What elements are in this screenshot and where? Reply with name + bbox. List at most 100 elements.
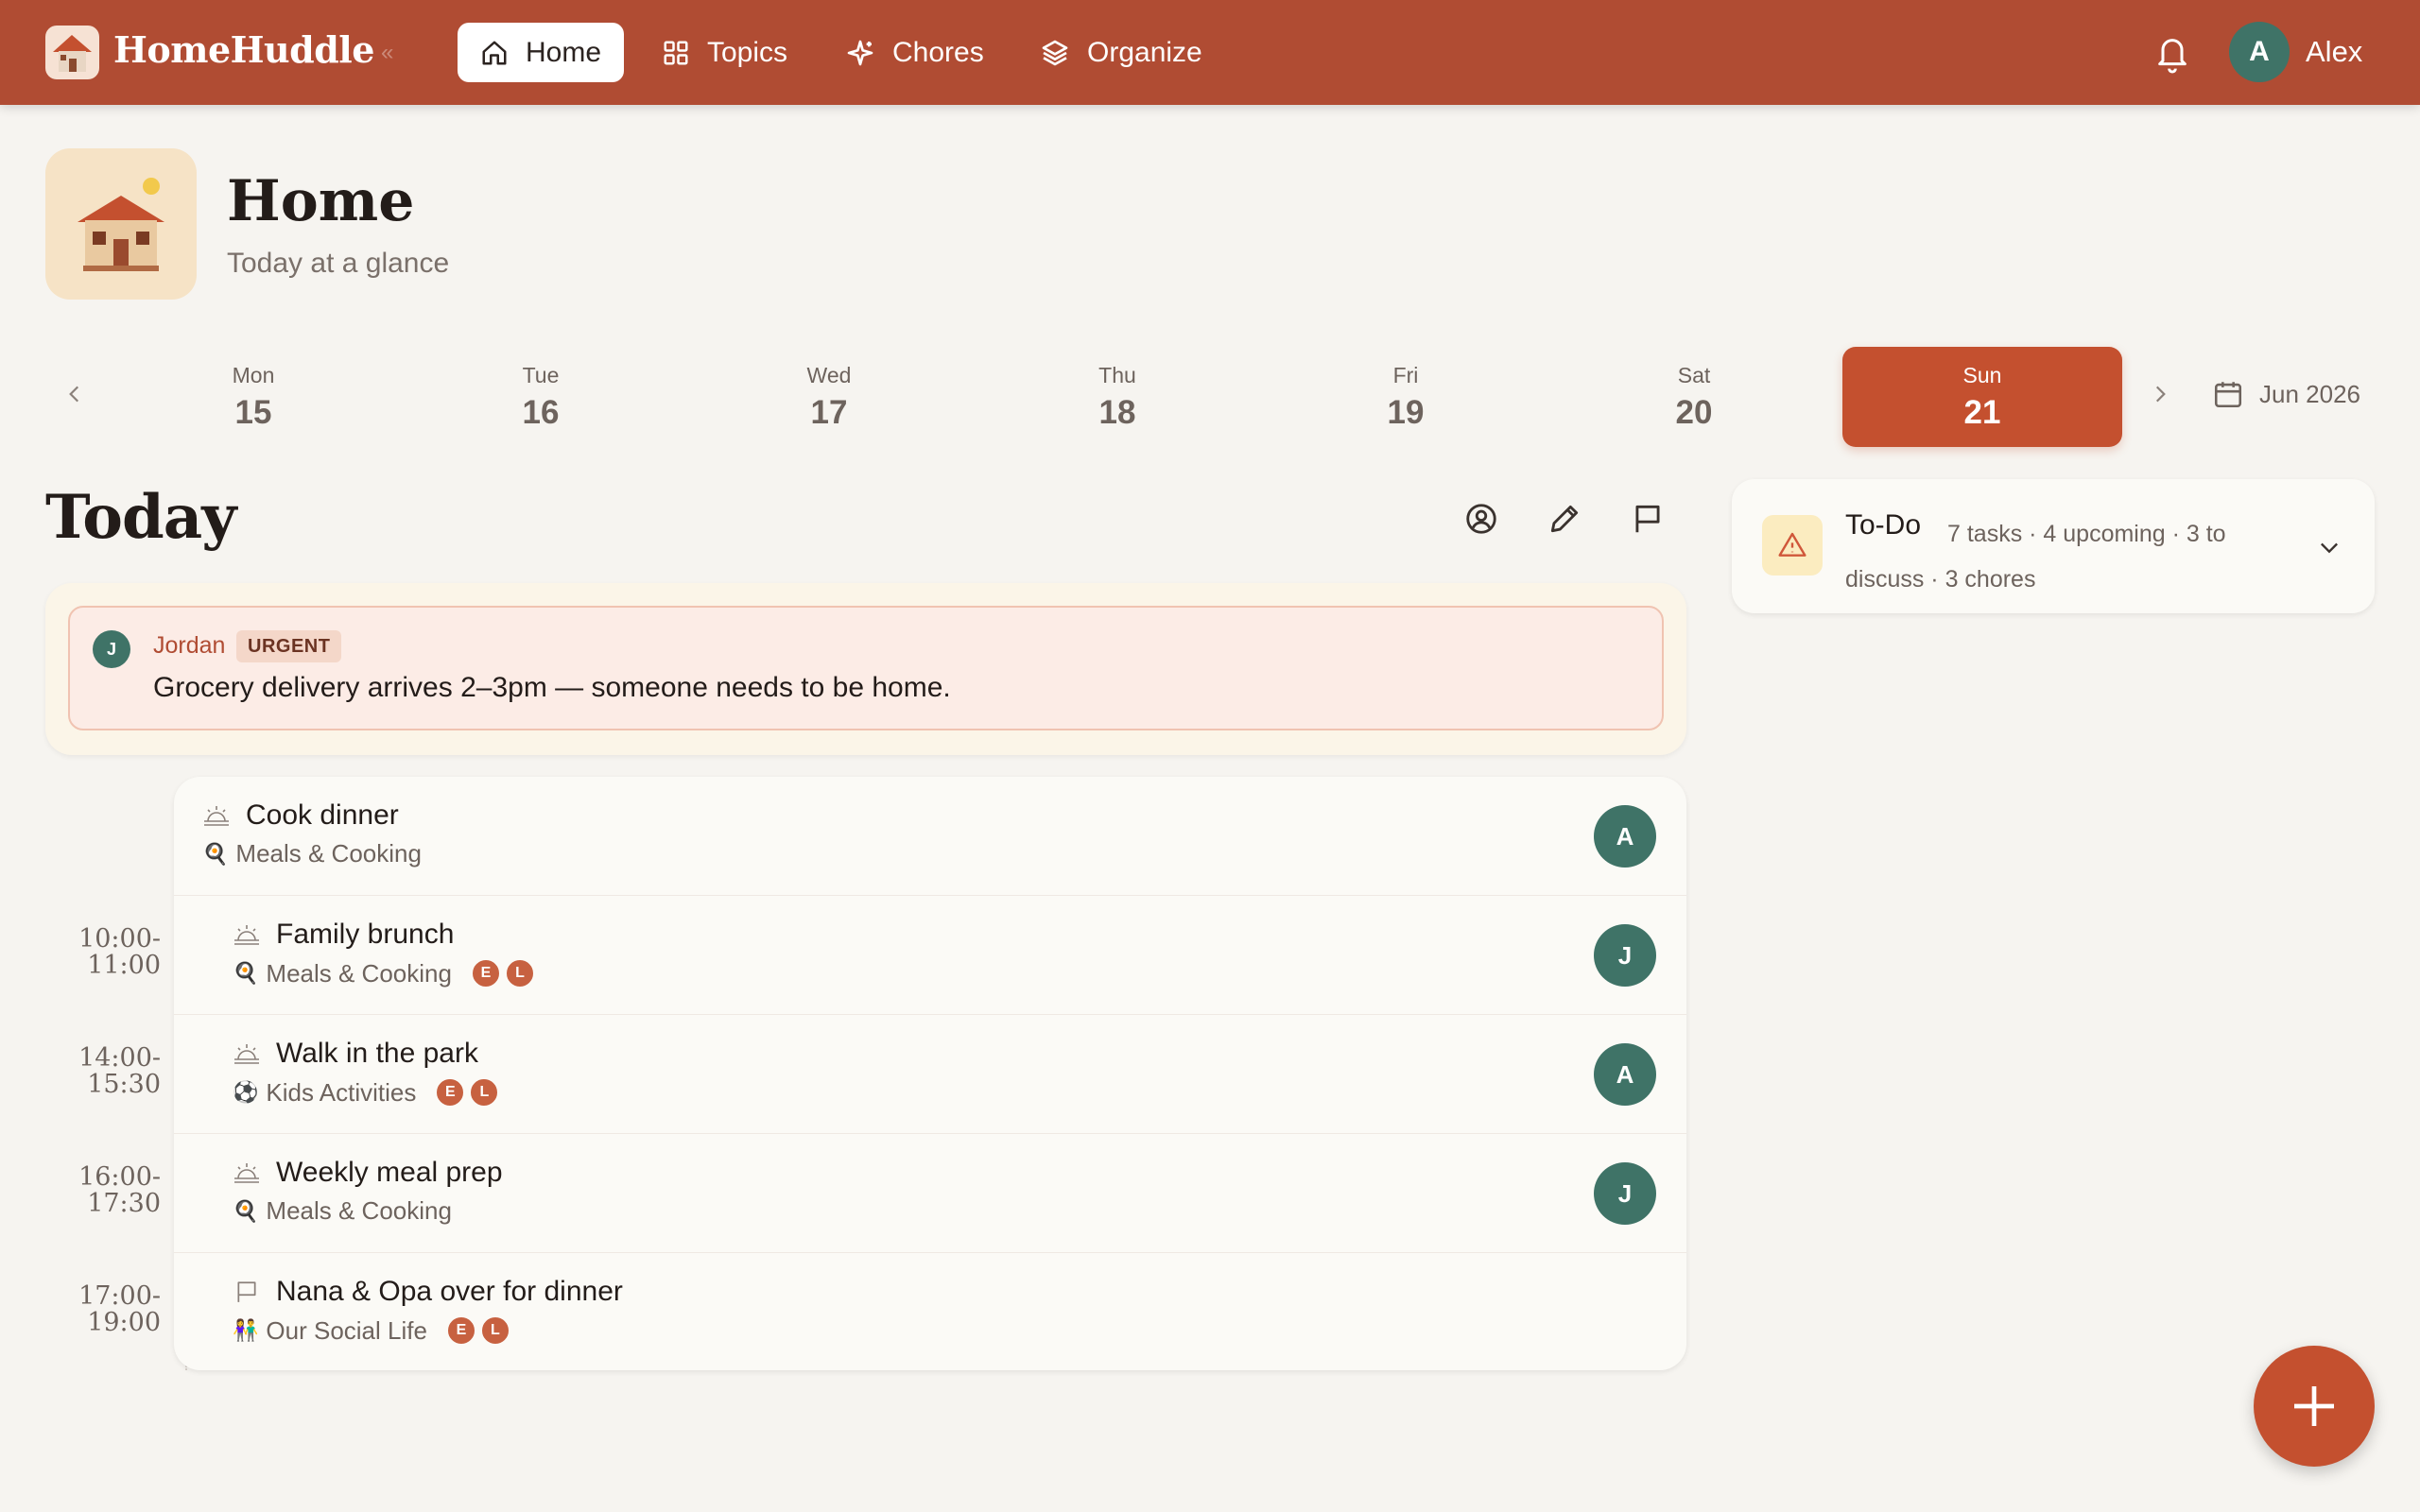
day-number: 21	[1963, 393, 2001, 431]
assignee-avatar[interactable]: A	[1594, 1043, 1656, 1106]
event-row[interactable]: Cook dinner 🍳 Meals & Cooking A	[174, 777, 1686, 896]
nav-home[interactable]: Home	[458, 23, 625, 82]
sparkle-icon	[847, 40, 873, 65]
day-number: 18	[1098, 393, 1136, 431]
todo-panel[interactable]: 7 tasks · 4 upcoming · 3 to discuss · 3 …	[1732, 479, 2375, 613]
assignee-avatar[interactable]: J	[1594, 924, 1656, 987]
day-number: 20	[1675, 393, 1713, 431]
assignee-avatar[interactable]: A	[1594, 805, 1656, 868]
event-category: Meals & Cooking	[235, 839, 422, 868]
event-title-wrap: Nana & Opa over for dinner	[233, 1276, 623, 1308]
event-row[interactable]: Family brunch 🍳 Meals & Cooking E L J	[174, 896, 1686, 1015]
day-thu[interactable]: Thu 18	[977, 347, 1257, 447]
user-name[interactable]: Alex	[2306, 35, 2362, 69]
event-meta: 👫 Our Social Life E L	[233, 1315, 510, 1346]
day-name: Thu	[1098, 362, 1136, 387]
event-row[interactable]: Nana & Opa over for dinner 👫 Our Social …	[174, 1253, 1686, 1370]
event-title-wrap: Family brunch	[233, 919, 454, 951]
event-title: Nana & Opa over for dinner	[276, 1276, 623, 1307]
month-label: Jun 2026	[2259, 379, 2360, 408]
top-nav-bar: HomeHuddle « Home Topics Chores Organize…	[0, 0, 2420, 105]
assignee-avatar[interactable]: J	[1594, 1162, 1656, 1225]
day-name: Sun	[1962, 362, 2002, 387]
home-illustration	[45, 148, 197, 300]
event-time: 14:00- 15:30	[57, 1045, 161, 1098]
chevron-down-icon[interactable]	[2316, 534, 2342, 560]
participant-chips: E L	[435, 1077, 500, 1108]
sidebar-toggle-icon[interactable]: «	[381, 40, 393, 66]
event-title: Walk in the park	[276, 1038, 478, 1069]
bell-icon[interactable]	[2153, 32, 2191, 74]
event-row[interactable]: Weekly meal prep 🍳 Meals & Cooking J	[174, 1134, 1686, 1253]
day-number: 19	[1387, 393, 1425, 431]
day-name: Wed	[806, 362, 852, 387]
nav-topics-label: Topics	[707, 36, 788, 68]
day-tue[interactable]: Tue 16	[401, 347, 681, 447]
page-subtitle: Today at a glance	[227, 248, 450, 279]
day-name: Sat	[1677, 362, 1711, 387]
event-category: Kids Activities	[266, 1077, 417, 1107]
home-icon	[482, 41, 507, 64]
urgent-note[interactable]: J Jordan URGENT Grocery delivery arrives…	[68, 606, 1664, 730]
event-title: Family brunch	[276, 919, 455, 950]
layers-icon	[1042, 40, 1068, 65]
page-title: Home	[227, 168, 415, 234]
urgent-author: Jordan	[153, 632, 226, 659]
event-meta: ⚽ Kids Activities E L	[233, 1077, 500, 1108]
participant-chip: E	[445, 1315, 476, 1346]
nav-chores[interactable]: Chores	[822, 23, 1007, 82]
time-end: 11:00	[87, 951, 161, 980]
events-list: Cook dinner 🍳 Meals & Cooking A Family b…	[174, 777, 1686, 1370]
participant-chip: L	[469, 1077, 500, 1108]
event-time: 10:00- 11:00	[57, 926, 161, 979]
day-sun-selected[interactable]: Sun 21	[1842, 347, 2122, 447]
event-meta: 🍳 Meals & Cooking E L	[233, 958, 535, 988]
plus-icon	[2294, 1386, 2334, 1426]
app-name[interactable]: HomeHuddle	[113, 28, 374, 71]
day-sat[interactable]: Sat 20	[1554, 347, 1834, 447]
frying-pan-icon: 🍳	[233, 961, 259, 985]
day-fri[interactable]: Fri 19	[1266, 347, 1546, 447]
add-button[interactable]	[2254, 1346, 2375, 1467]
next-week-icon[interactable]	[2148, 382, 2172, 406]
sunrise-icon	[234, 925, 259, 945]
nav-organize-label: Organize	[1087, 36, 1202, 68]
nav-chores-label: Chores	[892, 36, 984, 68]
house-icon[interactable]	[45, 26, 99, 79]
todo-title: To-Do	[1845, 509, 1922, 541]
day-wed[interactable]: Wed 17	[689, 347, 969, 447]
pencil-icon[interactable]	[1547, 501, 1582, 537]
time-start: 14:00-	[78, 1043, 161, 1073]
event-time: 16:00- 17:30	[57, 1164, 161, 1217]
person-filter-icon[interactable]	[1463, 501, 1499, 537]
day-mon[interactable]: Mon 15	[113, 347, 393, 447]
event-title: Weekly meal prep	[276, 1157, 503, 1188]
nav-organize[interactable]: Organize	[1017, 23, 1225, 82]
day-number: 17	[810, 393, 848, 431]
sunrise-icon	[234, 1044, 259, 1064]
prev-week-icon[interactable]	[62, 382, 87, 406]
time-start: 16:00-	[78, 1162, 161, 1192]
event-category: Meals & Cooking	[266, 1196, 452, 1225]
nav-topics[interactable]: Topics	[639, 23, 810, 82]
event-title-wrap: Weekly meal prep	[233, 1157, 503, 1189]
time-end: 19:00	[87, 1308, 161, 1337]
flag-icon[interactable]	[1630, 501, 1666, 537]
participant-chip: L	[479, 1315, 510, 1346]
day-name: Mon	[232, 362, 275, 387]
nav-home-label: Home	[526, 36, 602, 68]
people-icon: 👫	[233, 1318, 259, 1342]
participant-chip: L	[504, 958, 535, 988]
event-title-wrap: Cook dinner	[202, 799, 399, 832]
frying-pan-icon: 🍳	[233, 1198, 259, 1223]
event-row[interactable]: Walk in the park ⚽ Kids Activities E L A	[174, 1015, 1686, 1134]
time-end: 15:30	[87, 1070, 161, 1099]
sunrise-icon	[204, 806, 229, 826]
user-avatar[interactable]: A	[2229, 22, 2290, 82]
today-heading: Today	[45, 482, 236, 553]
warning-icon	[1762, 515, 1823, 576]
month-picker[interactable]: Jun 2026	[2212, 378, 2360, 410]
time-start: 17:00-	[78, 1281, 161, 1311]
participant-chip: E	[470, 958, 501, 988]
time-start: 10:00-	[78, 924, 161, 954]
